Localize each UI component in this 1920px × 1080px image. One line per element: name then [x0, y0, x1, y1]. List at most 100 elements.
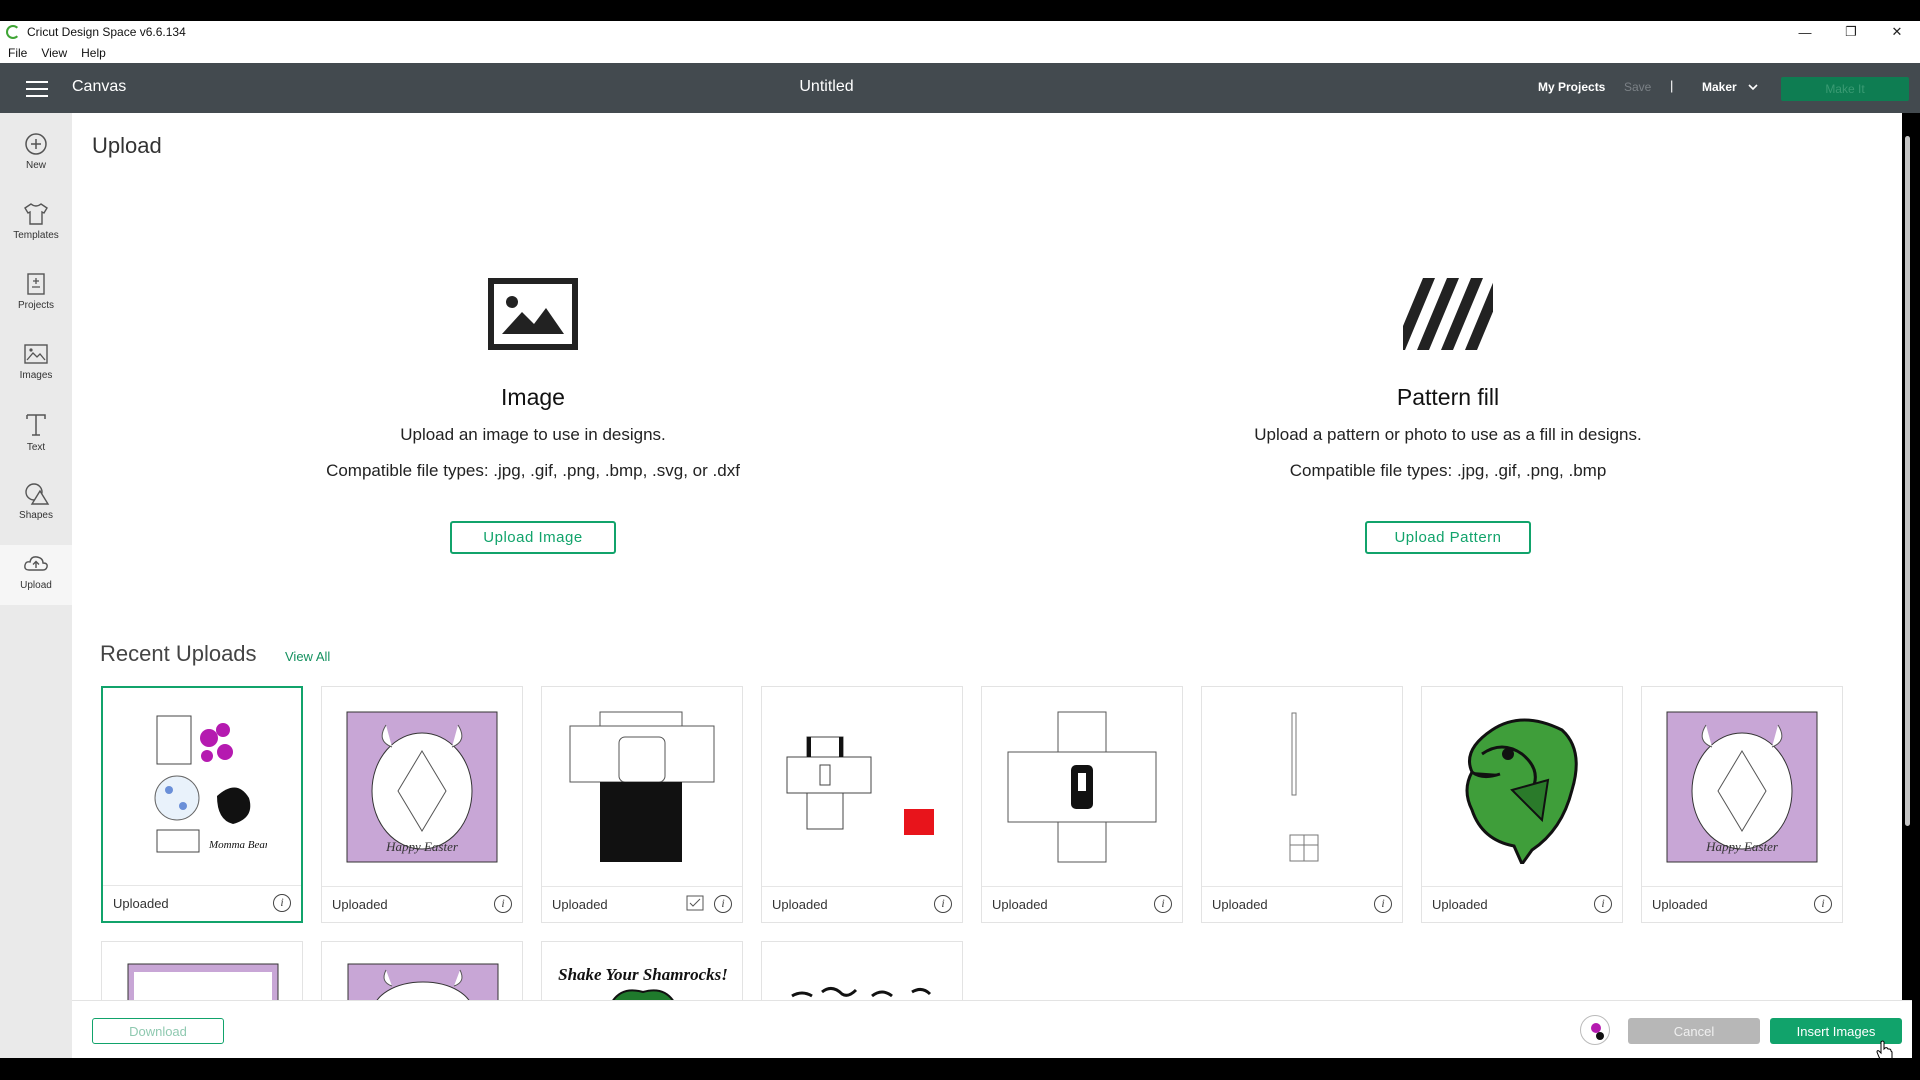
upload-card[interactable]: Shake Your Shamrocks! [541, 941, 743, 1000]
upload-card[interactable]: Uploaded i [1201, 686, 1403, 923]
cricut-logo-icon [6, 25, 20, 39]
pattern-upload-section: Pattern fill Upload a pattern or photo t… [1148, 278, 1748, 554]
app-header: Canvas Untitled My Projects Save | Maker… [0, 63, 1920, 113]
card-footer: Uploaded i [762, 886, 962, 922]
make-it-button[interactable]: Make It [1781, 77, 1909, 101]
menu-bar: File View Help [0, 43, 1920, 63]
restore-button[interactable]: ❐ [1828, 21, 1874, 43]
info-icon[interactable]: i [1374, 895, 1392, 913]
upload-card[interactable]: Uploaded i [541, 686, 743, 923]
card-footer: Uploaded i [1642, 886, 1842, 922]
header-separator: | [1670, 78, 1674, 93]
info-icon[interactable]: i [1594, 895, 1612, 913]
card-label: Uploaded [1212, 897, 1268, 912]
my-projects-link[interactable]: My Projects [1538, 80, 1605, 94]
image-section-title: Image [501, 384, 565, 410]
page-title: Upload [92, 133, 162, 158]
upload-thumbnail [791, 987, 932, 998]
sidebar-item-new[interactable]: New [0, 125, 72, 185]
document-title: Untitled [799, 78, 854, 95]
upload-card[interactable] [321, 941, 523, 1000]
svg-text:Momma Bear: Momma Bear [208, 839, 267, 851]
sidebar-label-upload: Upload [20, 580, 52, 591]
shapes-icon [25, 483, 50, 505]
menu-help[interactable]: Help [81, 46, 106, 60]
upload-thumbnail [542, 687, 742, 887]
window-title: Cricut Design Space v6.6.134 [27, 25, 186, 39]
cancel-button[interactable]: Cancel [1628, 1018, 1760, 1044]
plus-circle-icon [25, 133, 47, 155]
upload-thumbnail [1202, 687, 1402, 887]
sidebar-item-shapes[interactable]: Shapes [0, 475, 72, 535]
info-icon[interactable]: i [1814, 895, 1832, 913]
sidebar-label-projects: Projects [17, 300, 55, 311]
upload-card[interactable]: Uploaded i [1421, 686, 1623, 923]
pattern-fill-icon [1403, 278, 1493, 350]
upload-thumbnail [1422, 687, 1622, 887]
menu-view[interactable]: View [41, 46, 67, 60]
upload-pattern-button[interactable]: Upload Pattern [1365, 521, 1531, 554]
card-footer: Uploaded i [542, 886, 742, 922]
menu-file[interactable]: File [8, 46, 27, 60]
minimize-button[interactable]: — [1782, 21, 1828, 43]
title-bar: Cricut Design Space v6.6.134 — ❐ ✕ [0, 21, 1920, 43]
chevron-down-icon[interactable] [1748, 82, 1758, 92]
screen-top-band [0, 0, 1920, 21]
card-footer: Uploaded i [1422, 886, 1622, 922]
info-icon[interactable]: i [714, 895, 732, 913]
sidebar-label-templates: Templates [13, 230, 59, 241]
sidebar-item-upload[interactable]: Upload [0, 545, 72, 605]
sidebar-label-images: Images [19, 370, 53, 381]
upload-thumbnail [127, 963, 279, 1000]
image-section-desc: Upload an image to use in designs. [400, 425, 666, 444]
card-label: Uploaded [1652, 897, 1708, 912]
info-icon[interactable]: i [934, 895, 952, 913]
sidebar-label-text: Text [26, 442, 46, 453]
projects-icon [27, 273, 45, 295]
scrollbar-thumb[interactable] [1905, 136, 1910, 826]
image-section-types: Compatible file types: .jpg, .gif, .png,… [326, 461, 740, 480]
sidebar-item-text[interactable]: Text [0, 405, 72, 465]
download-button[interactable]: Download [92, 1018, 224, 1044]
upload-card[interactable]: Happy Easter Uploaded i [321, 686, 523, 923]
sidebar-label-new: New [25, 160, 46, 171]
left-sidebar: New Templates Projects Images Text Shape… [0, 113, 72, 1058]
close-button[interactable]: ✕ [1874, 21, 1920, 43]
upload-card[interactable]: Uploaded i [761, 686, 963, 923]
info-icon[interactable]: i [273, 894, 291, 912]
machine-select[interactable]: Maker [1702, 80, 1737, 94]
select-checkbox-icon[interactable] [686, 895, 704, 911]
svg-text:Shake Your Shamrocks!: Shake Your Shamrocks! [558, 965, 728, 984]
upload-card[interactable]: Uploaded i [981, 686, 1183, 923]
upload-thumbnail [347, 963, 499, 1000]
sidebar-item-images[interactable]: Images [0, 335, 72, 395]
recent-uploads-title: Recent Uploads [100, 641, 257, 666]
upload-card[interactable] [101, 941, 303, 1000]
upload-card[interactable] [761, 941, 963, 1000]
svg-text:Happy Easter: Happy Easter [1705, 839, 1779, 854]
upload-card[interactable]: Momma Bear Uploaded i [101, 686, 303, 923]
info-icon[interactable]: i [1154, 895, 1172, 913]
vertical-scrollbar[interactable] [1904, 126, 1912, 994]
card-label: Uploaded [552, 897, 608, 912]
pattern-section-desc: Upload a pattern or photo to use as a fi… [1254, 425, 1642, 444]
screen-bottom-band [0, 1058, 1920, 1080]
window-controls: — ❐ ✕ [1782, 21, 1920, 43]
upload-thumbnail: Shake Your Shamrocks! [558, 965, 728, 1000]
upload-thumbnail: Happy Easter [1642, 687, 1842, 887]
sidebar-item-projects[interactable]: Projects [0, 265, 72, 325]
upload-card[interactable]: Happy Easter Uploaded i [1641, 686, 1843, 923]
tshirt-icon [24, 203, 48, 225]
image-icon [24, 344, 48, 364]
view-all-link[interactable]: View All [285, 649, 330, 664]
sidebar-item-templates[interactable]: Templates [0, 195, 72, 255]
upload-image-button[interactable]: Upload Image [450, 521, 616, 554]
image-upload-section: Image Upload an image to use in designs.… [233, 278, 833, 554]
info-icon[interactable]: i [494, 895, 512, 913]
card-label: Uploaded [772, 897, 828, 912]
pattern-section-title: Pattern fill [1396, 384, 1500, 410]
upload-panel: Upload Image Upload an image to use in d… [72, 113, 1902, 1000]
save-button[interactable]: Save [1624, 80, 1651, 94]
card-footer: Uploaded i [982, 886, 1182, 922]
upload-thumbnail: Momma Bear [103, 688, 301, 888]
